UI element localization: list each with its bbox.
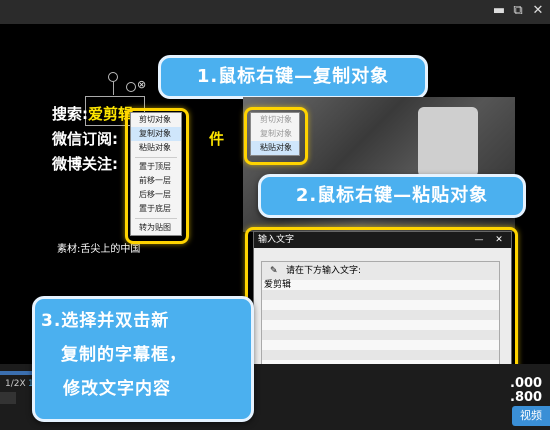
dialog-minimize-icon[interactable]: — — [472, 232, 486, 248]
menu-copy[interactable]: 复制对象 — [131, 127, 181, 141]
text-input-panel: ✎ 请在下方输入文字: 爱剪辑 — [261, 261, 500, 381]
export-video-button[interactable]: 视频 — [512, 406, 550, 426]
menu-forward[interactable]: 前移一层 — [131, 174, 181, 188]
restore-icon[interactable]: ⧉ — [510, 3, 526, 19]
context-menu-left: 剪切对象 复制对象 粘贴对象 置于顶层 前移一层 后移一层 置于底层 转为贴图 — [130, 112, 182, 236]
menu-backward[interactable]: 后移一层 — [131, 188, 181, 202]
window-titlebar: ▬ ⧉ ✕ — [0, 0, 550, 24]
menu-cut[interactable]: 剪切对象 — [131, 113, 181, 127]
menu-copy[interactable]: 复制对象 — [251, 127, 299, 141]
minimize-icon[interactable]: ▬ — [491, 3, 507, 19]
subtitle-line-2-label: 微信订阅: — [52, 130, 118, 148]
subtitle-line-3-label: 微博关注: — [52, 155, 118, 173]
subtitle-line-1-label: 搜索: — [52, 105, 88, 123]
prompt-row: ✎ 请在下方输入文字: — [262, 262, 499, 281]
dialog-titlebar: 输入文字 — ✕ — [254, 232, 511, 248]
context-menu-right: 剪切对象 复制对象 粘贴对象 — [250, 112, 300, 156]
handle-line — [113, 81, 114, 95]
dialog-close-icon[interactable]: ✕ — [492, 232, 506, 248]
callout-step-3-line-1: 3.选择并双击新 — [41, 311, 170, 331]
time-end: .800 — [510, 390, 543, 405]
menu-to-sticker[interactable]: 转为贴图 — [131, 221, 181, 235]
callout-step-3: 3.选择并双击新 复制的字幕框， 修改文字内容 — [32, 296, 254, 422]
resize-handle[interactable] — [126, 82, 136, 92]
callout-step-1: 1.鼠标右键—复制对象 — [158, 55, 428, 99]
text-area-value: 爱剪辑 — [264, 280, 292, 290]
speed-label[interactable]: 1/2X — [5, 379, 26, 389]
callout-step-3-line-3: 修改文字内容 — [63, 379, 171, 399]
menu-separator — [135, 218, 177, 219]
prompt-label: 请在下方输入文字: — [286, 266, 362, 276]
subtitle-line-2-tail: 件 — [209, 130, 225, 148]
menu-paste[interactable]: 粘贴对象 — [251, 141, 299, 155]
menu-cut[interactable]: 剪切对象 — [251, 113, 299, 127]
close-icon[interactable]: ✕ — [530, 3, 546, 19]
time-start: .000 — [510, 376, 543, 391]
menu-paste[interactable]: 粘贴对象 — [131, 141, 181, 155]
callout-step-2: 2.鼠标右键—粘贴对象 — [258, 174, 526, 218]
video-object — [418, 107, 478, 177]
play-control[interactable] — [0, 392, 16, 404]
dialog-title: 输入文字 — [258, 235, 295, 245]
remove-handle-icon[interactable]: ⊗ — [137, 78, 146, 91]
menu-separator — [135, 157, 177, 158]
menu-bring-top[interactable]: 置于顶层 — [131, 160, 181, 174]
subtitle-line-1: 搜索:爱剪辑 — [52, 103, 133, 124]
menu-send-bottom[interactable]: 置于底层 — [131, 202, 181, 216]
callout-step-3-line-2: 复制的字幕框， — [61, 345, 187, 365]
edit-icon: ✎ — [270, 266, 278, 276]
